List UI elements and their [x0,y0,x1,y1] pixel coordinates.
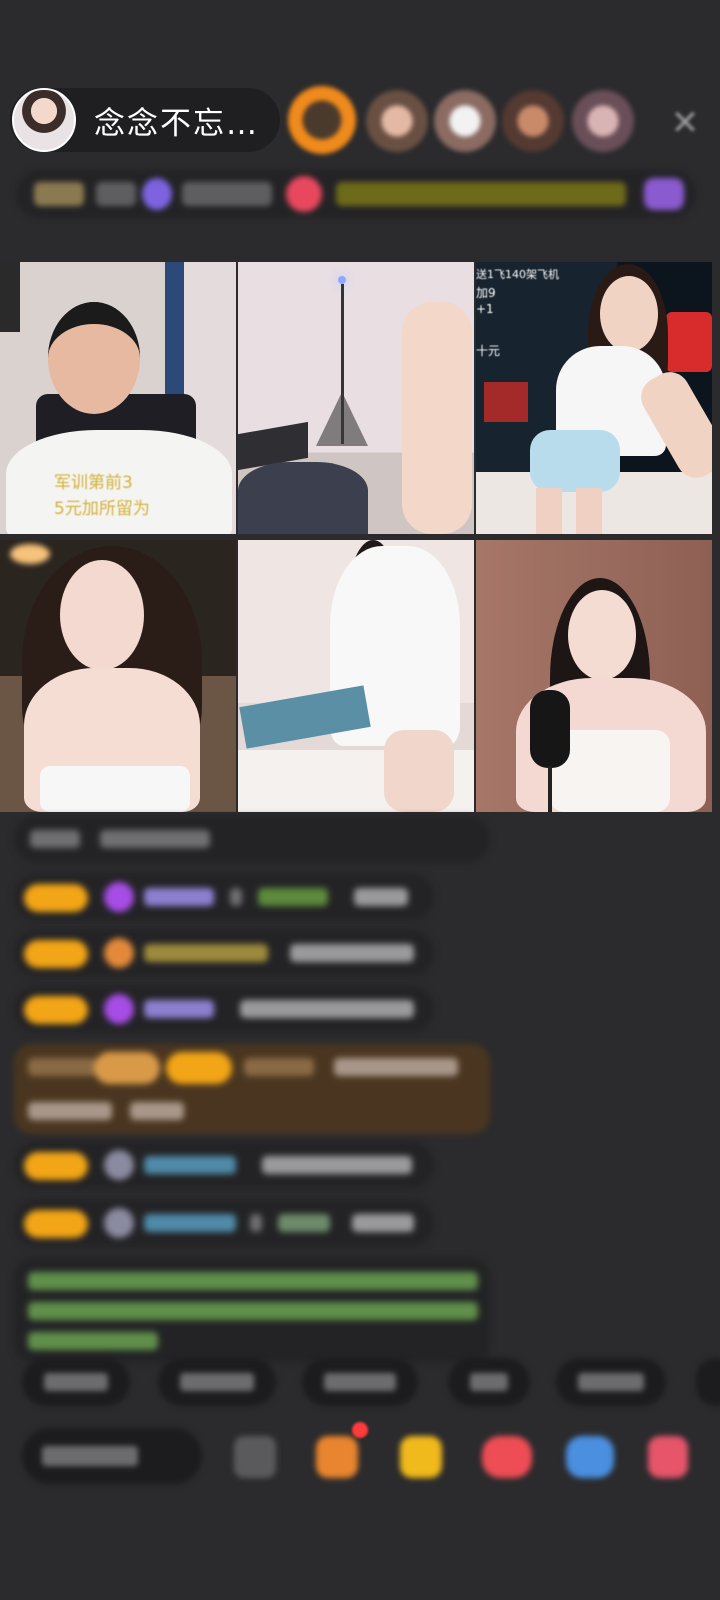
share-icon[interactable] [566,1436,614,1478]
quick-reply-pill[interactable] [302,1358,418,1406]
tile-overlay-text: 军训第前3 [54,473,133,493]
viewer-avatar[interactable] [572,90,634,152]
gift-icon[interactable] [400,1436,442,1478]
video-tile-5[interactable] [238,540,474,812]
video-tile-6[interactable] [476,540,712,812]
notification-dot [352,1422,368,1438]
viewer-avatar[interactable] [502,90,564,152]
quick-reply-pill[interactable] [22,1358,130,1406]
more-icon[interactable] [648,1436,688,1478]
close-icon[interactable]: ✕ [668,106,702,140]
quick-reply-pill[interactable] [158,1358,276,1406]
chat-message[interactable] [14,986,434,1032]
chat-message[interactable] [14,1200,434,1246]
chat-message[interactable] [14,1142,434,1188]
video-tile-4[interactable] [0,540,236,812]
host-name: 念念不忘… [94,105,259,142]
games-icon[interactable] [482,1436,532,1478]
quick-reply-pill[interactable] [448,1358,530,1406]
video-tile-2[interactable] [238,262,474,534]
video-tile-1[interactable]: 军训第前3 5元加所留为 [0,262,236,534]
shop-icon[interactable] [316,1436,358,1478]
emoji-icon[interactable] [234,1436,276,1478]
chat-input[interactable] [22,1428,202,1484]
tile-overlay-text: 送1飞140架飞机 [476,268,559,281]
quick-reply-pill[interactable] [556,1358,666,1406]
quick-reply-pill[interactable] [696,1358,720,1406]
chat-message[interactable] [14,874,434,920]
chat-message[interactable] [14,930,434,976]
video-tile-3[interactable]: 送1飞140架飞机 加9 +1 十元 [476,262,712,534]
room-info-bar[interactable] [16,170,696,218]
viewer-avatar[interactable] [434,90,496,152]
gift-message[interactable] [14,1044,490,1134]
viewer-avatar[interactable] [366,90,428,152]
top-viewer-avatar[interactable] [288,86,356,154]
host-info-pill[interactable]: 念念不忘… [10,88,280,152]
system-notice [14,1258,490,1362]
tile-overlay-text: 十元 [476,344,501,358]
tile-overlay-text: 5元加所留为 [54,499,150,519]
chat-message[interactable] [14,816,490,862]
tile-overlay-text: +1 [476,302,494,316]
tile-overlay-text: 加9 [476,286,496,300]
host-avatar[interactable] [12,88,76,152]
